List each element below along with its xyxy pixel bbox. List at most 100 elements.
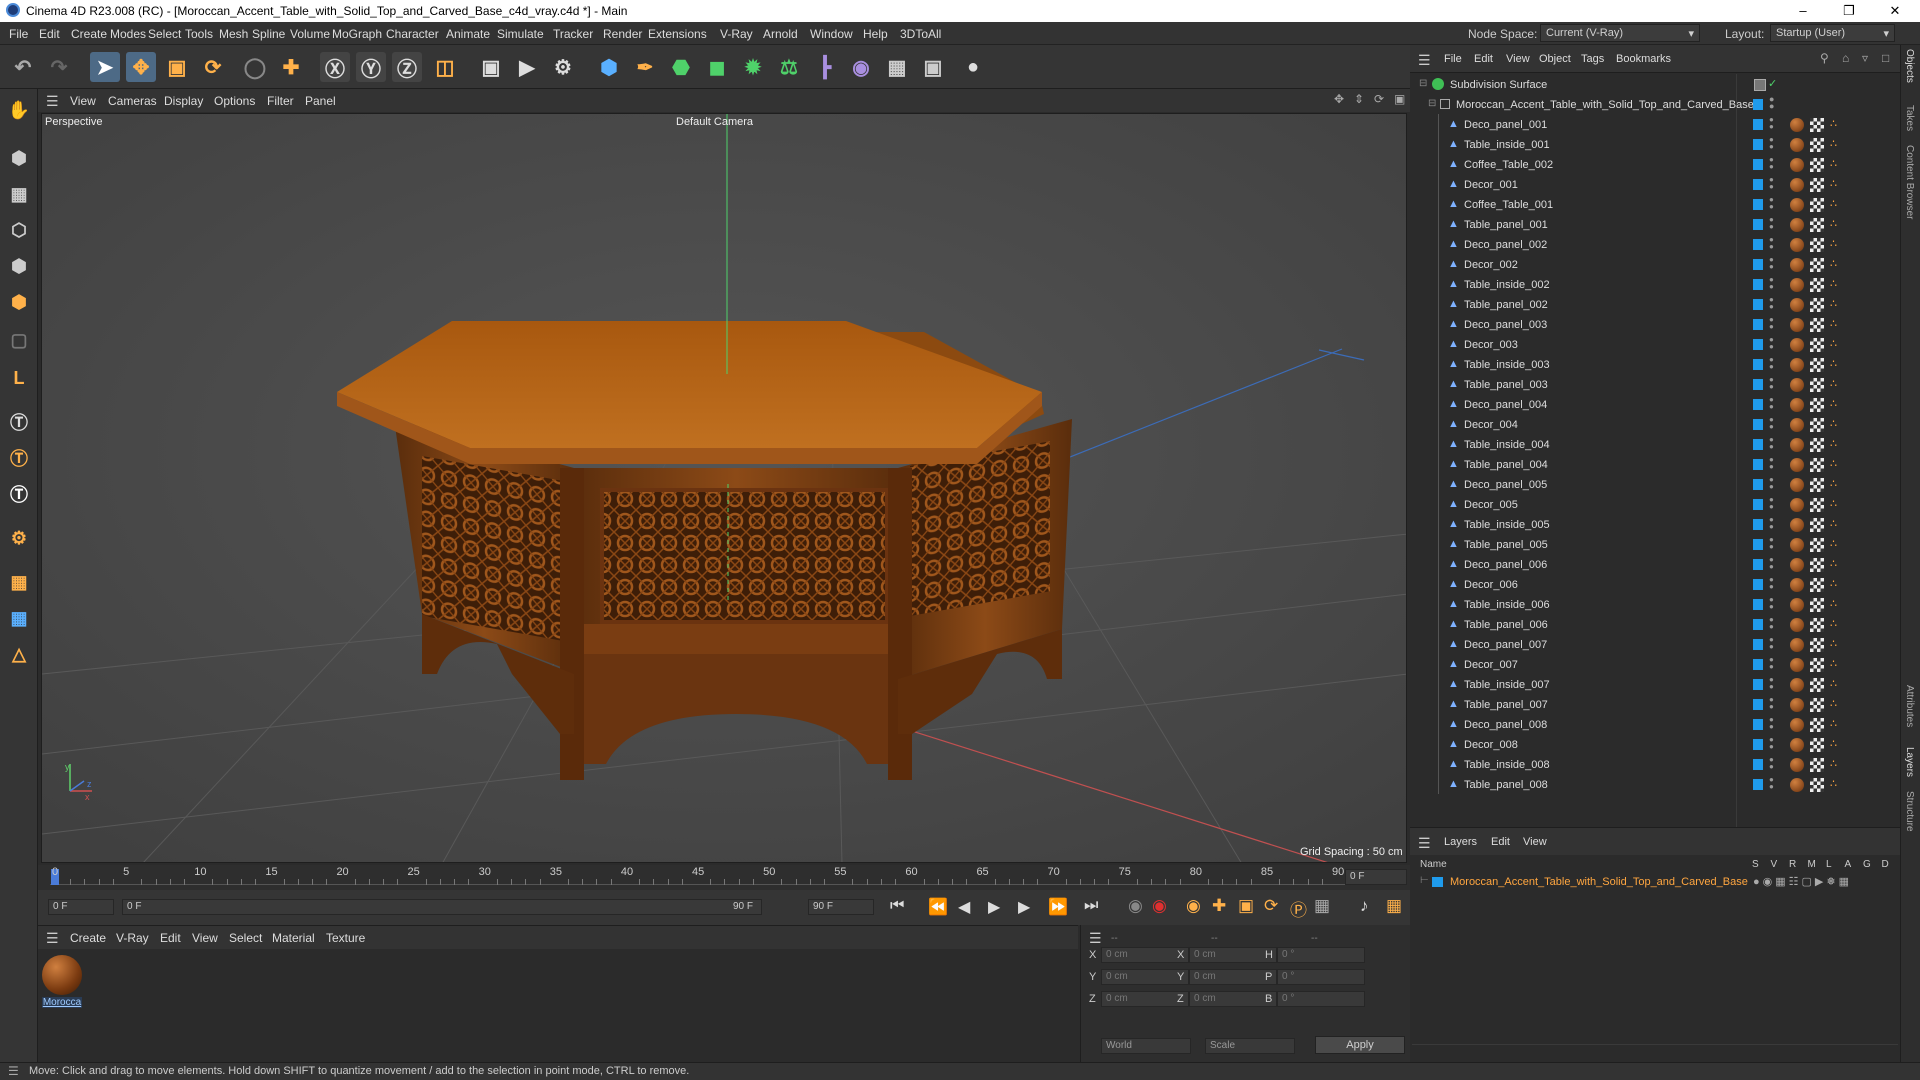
- material-tag-icon[interactable]: [1790, 318, 1804, 332]
- menu-vray[interactable]: V-Ray: [720, 27, 753, 41]
- phong-tag-icon[interactable]: ∴: [1830, 417, 1837, 430]
- visibility-dots-icon[interactable]: ● ●: [1769, 376, 1774, 391]
- pan-view-icon[interactable]: ✥: [1334, 92, 1344, 106]
- object-row[interactable]: ▲ Coffee_Table_002 ● ● ∴: [1416, 154, 1900, 176]
- material-tag-icon[interactable]: [1790, 498, 1804, 512]
- next-keyframe-icon[interactable]: ⏩: [1048, 897, 1068, 917]
- phong-tag-icon[interactable]: ∴: [1830, 297, 1837, 310]
- render-settings-icon[interactable]: ⚙: [548, 52, 578, 82]
- floor-icon[interactable]: ▦: [882, 52, 912, 82]
- play-icon[interactable]: ▶: [988, 897, 1000, 917]
- scale-mode-dropdown[interactable]: Scale: [1205, 1038, 1295, 1054]
- object-row[interactable]: ▲ Deco_panel_001 ● ● ∴: [1416, 114, 1900, 136]
- phong-tag-icon[interactable]: ∴: [1830, 737, 1837, 750]
- uvw-tag-icon[interactable]: [1810, 378, 1824, 392]
- make-editable-icon[interactable]: ✋: [4, 95, 34, 125]
- visibility-dots-icon[interactable]: ● ●: [1769, 736, 1774, 751]
- mograph-icon[interactable]: ⚖: [774, 52, 804, 82]
- phong-tag-icon[interactable]: ∴: [1830, 577, 1837, 590]
- material-tag-icon[interactable]: [1790, 578, 1804, 592]
- render-view-icon[interactable]: ▣: [476, 52, 506, 82]
- timeline-layout-icon[interactable]: ▦: [1386, 896, 1402, 916]
- visibility-dots-icon[interactable]: ● ●: [1769, 756, 1774, 771]
- material-tag-icon[interactable]: [1790, 378, 1804, 392]
- uvw-tag-icon[interactable]: [1810, 478, 1824, 492]
- uvw-tag-icon[interactable]: [1810, 498, 1824, 512]
- obj-menu-file[interactable]: File: [1444, 53, 1462, 65]
- menu-simulate[interactable]: Simulate: [497, 27, 544, 41]
- axis-mode-icon[interactable]: L: [4, 363, 34, 393]
- transform-icon[interactable]: ✚: [276, 52, 306, 82]
- layer-color-icon[interactable]: [1753, 639, 1763, 650]
- layer-color-icon[interactable]: [1753, 339, 1763, 350]
- maximize-icon[interactable]: ❐: [1826, 0, 1872, 22]
- visibility-dots-icon[interactable]: ● ●: [1769, 116, 1774, 131]
- tab-structure[interactable]: Structure: [1904, 791, 1915, 832]
- phong-tag-icon[interactable]: ∴: [1830, 257, 1837, 270]
- object-row[interactable]: ▲ Table_inside_008 ● ● ∴: [1416, 754, 1900, 776]
- extrude-icon[interactable]: ◼: [702, 52, 732, 82]
- rotation-field[interactable]: 0 °: [1277, 991, 1365, 1007]
- position-field[interactable]: 0 cm: [1101, 947, 1189, 963]
- layer-color-icon[interactable]: [1753, 579, 1763, 590]
- phong-tag-icon[interactable]: ∴: [1830, 357, 1837, 370]
- checkbox-icon[interactable]: [1754, 79, 1766, 91]
- object-row-group[interactable]: ⊟ Moroccan_Accent_Table_with_Solid_Top_a…: [1416, 95, 1900, 116]
- menu-modes[interactable]: Modes: [110, 27, 146, 41]
- object-row[interactable]: ▲ Table_panel_005 ● ● ∴: [1416, 534, 1900, 556]
- layer-color-icon[interactable]: [1753, 319, 1763, 330]
- new-window-icon[interactable]: □: [1882, 51, 1889, 65]
- layer-color-icon[interactable]: [1753, 119, 1763, 130]
- uvw-tag-icon[interactable]: [1810, 758, 1824, 772]
- uvw-tag-icon[interactable]: [1810, 138, 1824, 152]
- quantize-icon[interactable]: Ⓣ: [4, 479, 34, 509]
- render-picture-viewer-icon[interactable]: ▶: [512, 52, 542, 82]
- menu-spline[interactable]: Spline: [252, 27, 285, 41]
- menu-render[interactable]: Render: [603, 27, 642, 41]
- end-frame-field[interactable]: 90 F: [808, 899, 874, 915]
- object-row[interactable]: ▲ Deco_panel_006 ● ● ∴: [1416, 554, 1900, 576]
- visibility-dots-icon[interactable]: ● ●: [1769, 456, 1774, 471]
- object-row[interactable]: ▲ Table_inside_002 ● ● ∴: [1416, 274, 1900, 296]
- material-tag-icon[interactable]: [1790, 118, 1804, 132]
- uvw-tag-icon[interactable]: [1810, 178, 1824, 192]
- visibility-dots-icon[interactable]: ● ●: [1769, 316, 1774, 331]
- visibility-dots-icon[interactable]: ● ●: [1769, 556, 1774, 571]
- object-row-root[interactable]: ⊟ Subdivision Surface ✓: [1416, 76, 1900, 96]
- material-tag-icon[interactable]: [1790, 158, 1804, 172]
- layer-color-icon[interactable]: [1753, 779, 1763, 790]
- phong-tag-icon[interactable]: ∴: [1830, 617, 1837, 630]
- layer-column-header[interactable]: A: [1845, 859, 1852, 870]
- visibility-dots-icon[interactable]: ● ●: [1769, 216, 1774, 231]
- visibility-dots-icon[interactable]: ● ●: [1769, 396, 1774, 411]
- layer-column-header[interactable]: L: [1826, 859, 1832, 870]
- layer-color-icon[interactable]: [1753, 619, 1763, 630]
- model-mode-icon[interactable]: ⬢: [4, 143, 34, 173]
- layer-toggles[interactable]: ●◉▦☷▢▶❅▦: [1753, 875, 1852, 888]
- menu-mesh[interactable]: Mesh: [219, 27, 248, 41]
- menu-edit[interactable]: Edit: [39, 27, 60, 41]
- menu-extensions[interactable]: Extensions: [648, 27, 707, 41]
- close-icon[interactable]: ✕: [1872, 0, 1918, 22]
- phong-tag-icon[interactable]: ∴: [1830, 537, 1837, 550]
- cloner-icon[interactable]: ✹: [738, 52, 768, 82]
- layer-color-icon[interactable]: [1753, 159, 1763, 170]
- key-scale-icon[interactable]: ▣: [1238, 896, 1254, 916]
- layer-row[interactable]: ⊢ Moroccan_Accent_Table_with_Solid_Top_a…: [1410, 873, 1900, 891]
- point-mode-icon[interactable]: ⬡: [4, 215, 34, 245]
- mat-menu-material[interactable]: Material: [272, 931, 315, 945]
- mat-menu-vray[interactable]: V-Ray: [116, 931, 149, 945]
- phong-tag-icon[interactable]: ∴: [1830, 377, 1837, 390]
- uvw-tag-icon[interactable]: [1810, 418, 1824, 432]
- uvw-tag-icon[interactable]: [1810, 238, 1824, 252]
- live-selection-icon[interactable]: ➤: [90, 52, 120, 82]
- node-space-dropdown[interactable]: Current (V-Ray) ▾: [1540, 24, 1700, 42]
- layer-column-header[interactable]: G: [1863, 859, 1871, 870]
- filter-icon[interactable]: ▿: [1862, 51, 1868, 65]
- phong-tag-icon[interactable]: ∴: [1830, 557, 1837, 570]
- layer-column-header[interactable]: D: [1882, 859, 1889, 870]
- object-row[interactable]: ▲ Deco_panel_008 ● ● ∴: [1416, 714, 1900, 736]
- phong-tag-icon[interactable]: ∴: [1830, 437, 1837, 450]
- uvw-tag-icon[interactable]: [1810, 318, 1824, 332]
- mat-menu-create[interactable]: Create: [70, 931, 106, 945]
